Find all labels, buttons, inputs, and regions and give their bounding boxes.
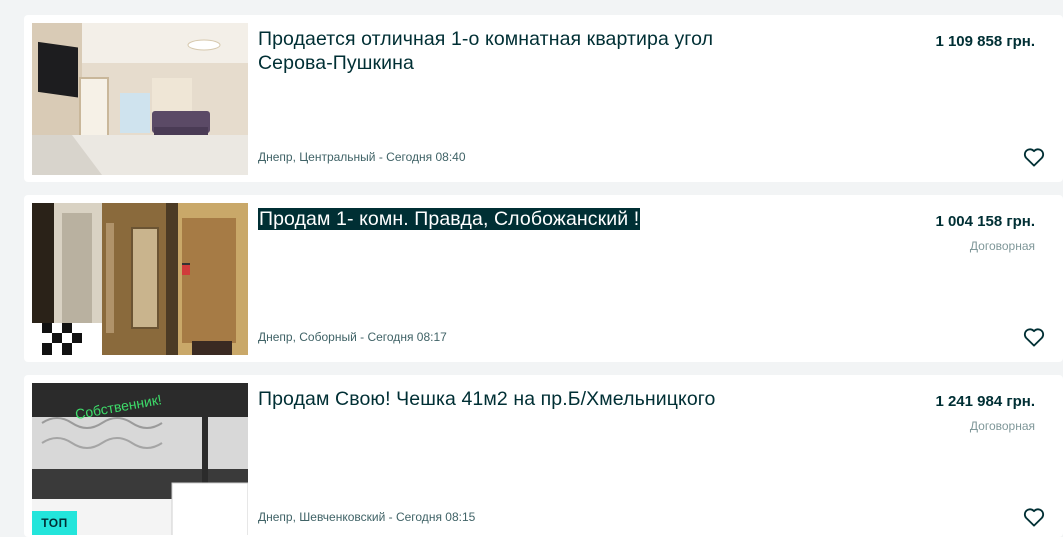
listing-title[interactable]: Продам Свою! Чешка 41м2 на пр.Б/Хмельниц… <box>258 387 778 411</box>
listing-title[interactable]: Продам 1- комн. Правда, Слобожанский ! <box>258 207 778 231</box>
listing-title[interactable]: Продается отличная 1-о комнатная квартир… <box>258 27 778 75</box>
listing-price: 1 109 858 грн. <box>935 33 1035 50</box>
heart-outline-icon[interactable] <box>1023 507 1045 527</box>
listing-price: 1 241 984 грн. <box>935 393 1035 410</box>
listing-title-text[interactable]: Продам 1- комн. Правда, Слобожанский ! <box>258 208 641 230</box>
listing-location-time: Днепр, Шевченковский - Сегодня 08:15 <box>258 510 476 524</box>
negotiable-label: Договорная <box>969 419 1035 433</box>
listing-location-time: Днепр, Центральный - Сегодня 08:40 <box>258 150 466 164</box>
heart-outline-icon[interactable] <box>1023 147 1045 167</box>
listing-photo[interactable] <box>32 23 248 175</box>
heart-outline-icon[interactable] <box>1023 327 1045 347</box>
listing-price: 1 004 158 грн. <box>935 213 1035 230</box>
listing-card[interactable]: Продается отличная 1-о комнатная квартир… <box>24 15 1063 182</box>
negotiable-label: Договорная <box>969 239 1035 253</box>
top-badge: ТОП <box>32 511 77 535</box>
listing-card[interactable]: Продам 1- комн. Правда, Слобожанский ! 1… <box>24 195 1063 362</box>
listing-location-time: Днепр, Соборный - Сегодня 08:17 <box>258 330 447 344</box>
listing-photo[interactable] <box>32 203 248 355</box>
listing-card[interactable]: Собственник! ТОП Продам Свою! Чешка 41м2… <box>24 375 1063 537</box>
